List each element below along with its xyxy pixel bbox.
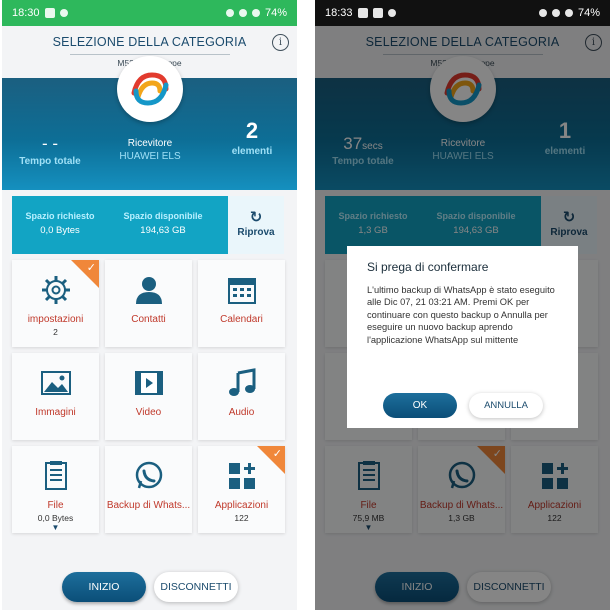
category-tile-calendars[interactable]: Calendari — [198, 260, 285, 347]
status-time: 18:30 — [12, 7, 40, 19]
tile-label: impostazioni — [27, 314, 84, 325]
contact-icon — [131, 272, 167, 308]
tile-label: Backup di Whats... — [106, 500, 191, 511]
tile-label: Immagini — [35, 407, 76, 418]
signal-icon — [251, 9, 260, 17]
total-time-label: Tempo totale — [19, 156, 81, 167]
items-count: 2 — [245, 118, 259, 143]
category-tile-files[interactable]: File 0,0 Bytes ▼ — [12, 446, 99, 533]
file-icon — [38, 458, 74, 494]
receiver-label: Ricevitore — [127, 138, 173, 149]
signal-icon — [564, 9, 573, 17]
category-tile-contacts[interactable]: Contatti — [105, 260, 192, 347]
required-space-value: 0,0 Bytes — [40, 225, 80, 236]
battery-level: 74% — [264, 7, 287, 19]
status-time: 18:33 — [325, 7, 353, 19]
calendar-icon — [224, 272, 260, 308]
category-tile-settings[interactable]: impostazioni 2 ✓ — [12, 260, 99, 347]
dialog-title: Si prega di confermare — [367, 260, 489, 274]
transfer-banner: - - Tempo totale Ricevitore HUAWEI ELS 2… — [2, 56, 297, 190]
battery-level: 74% — [577, 7, 600, 19]
category-tile-video[interactable]: Video — [105, 353, 192, 440]
space-bar: Spazio richiesto 0,0 Bytes Spazio dispon… — [12, 196, 284, 254]
receiver-stat: Ricevitore HUAWEI ELS — [102, 138, 198, 162]
category-tile-whatsapp[interactable]: Backup di Whats... — [105, 446, 192, 533]
items-stat: 2 elementi — [224, 118, 280, 157]
status-bar: 18:30 74% — [2, 0, 297, 26]
tile-label: Contatti — [131, 314, 166, 325]
check-icon: ✓ — [86, 262, 96, 274]
tile-label: Applicazioni — [214, 500, 269, 511]
mute-icon — [538, 9, 547, 17]
page-title: SELEZIONE DELLA CATEGORIA — [52, 35, 247, 49]
refresh-icon: ↻ — [249, 209, 263, 226]
start-button[interactable]: INIZIO — [62, 572, 146, 602]
cancel-button[interactable]: ANNULLA — [469, 393, 543, 418]
available-space-label: Spazio disponibile — [123, 211, 203, 221]
status-bar: 18:33 74% — [315, 0, 610, 26]
whatsapp-icon — [131, 458, 167, 494]
available-space-value: 194,63 GB — [140, 225, 186, 236]
chevron-down-icon[interactable]: ▼ — [12, 523, 99, 532]
receiver-name: HUAWEI ELS — [119, 151, 181, 162]
tile-label: Video — [135, 407, 162, 418]
video-icon — [131, 365, 167, 401]
category-tile-images[interactable]: Immagini — [12, 353, 99, 440]
music-icon — [224, 365, 260, 401]
wifi-icon — [238, 9, 247, 17]
total-time-value: - - — [41, 134, 59, 153]
phone-screen-left: 18:30 74% SELEZIONE DELLA CATEGORIA M52 … — [2, 0, 297, 610]
tile-label: File — [47, 500, 64, 511]
disconnect-button[interactable]: DISCONNETTI — [154, 572, 238, 602]
tile-label: Audio — [228, 407, 255, 418]
category-tile-apps[interactable]: Applicazioni 122 ✓ — [198, 446, 285, 533]
mute-icon — [225, 9, 234, 17]
retry-button[interactable]: ↻ Riprova — [228, 196, 284, 254]
phone-screen-right: 18:33 74% SELEZIONE DELLA CATEGORIA M52 … — [315, 0, 610, 610]
dialog-message: L'ultimo backup di WhatsApp è stato eseg… — [367, 285, 555, 345]
tile-sub: 2 — [53, 327, 58, 337]
tile-sub: 0,0 Bytes — [37, 513, 74, 523]
apps-icon — [224, 458, 260, 494]
settings-small-icon — [59, 9, 68, 17]
info-icon[interactable]: i — [272, 34, 289, 51]
gallery-icon — [357, 8, 368, 18]
gear-icon — [38, 272, 74, 308]
required-space: Spazio richiesto 0,0 Bytes — [12, 196, 108, 254]
category-tile-audio[interactable]: Audio — [198, 353, 285, 440]
total-time-stat: - - Tempo totale — [16, 134, 84, 167]
tile-sub: 122 — [234, 513, 249, 523]
confirm-dialog: Si prega di confermare L'ultimo backup d… — [347, 246, 578, 428]
tile-label: Calendari — [220, 314, 263, 325]
title-divider — [69, 54, 230, 55]
ok-button[interactable]: OK — [383, 393, 457, 418]
check-icon: ✓ — [272, 448, 282, 460]
retry-label: Riprova — [237, 227, 275, 238]
notification-icon — [372, 8, 383, 18]
items-label: elementi — [231, 146, 273, 157]
available-space: Spazio disponibile 194,63 GB — [108, 196, 218, 254]
settings-small-icon — [387, 9, 396, 17]
image-icon — [38, 365, 74, 401]
app-logo — [117, 56, 183, 122]
wifi-icon — [551, 9, 560, 17]
required-space-label: Spazio richiesto — [25, 211, 95, 221]
notification-icon — [44, 8, 55, 18]
